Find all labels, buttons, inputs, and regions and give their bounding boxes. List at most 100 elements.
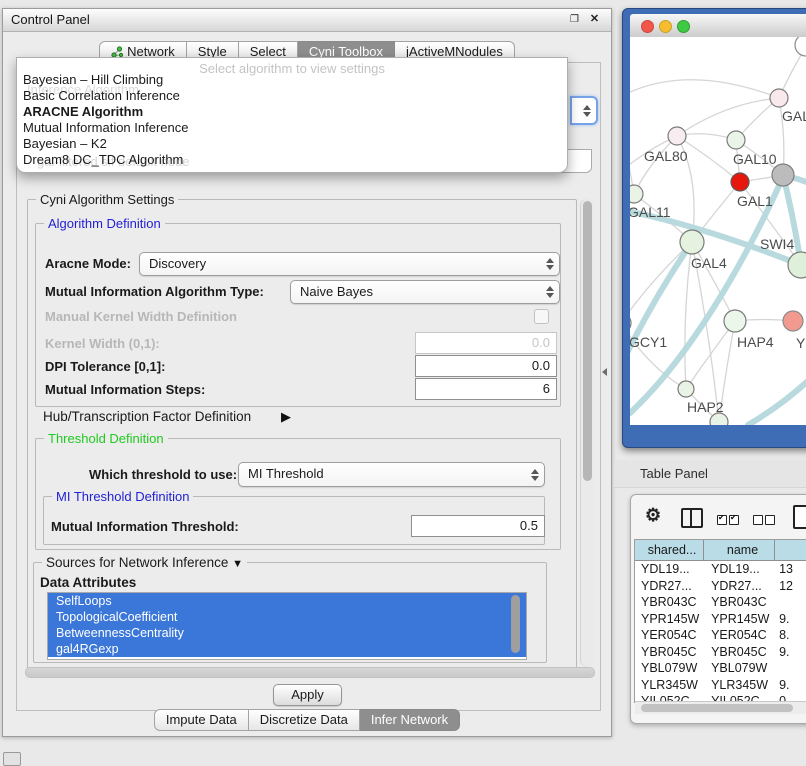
column-header-name[interactable]: name <box>704 540 775 560</box>
node-y[interactable] <box>783 311 803 331</box>
settings-scrollbar-thumb[interactable] <box>583 201 592 481</box>
tab-impute-data[interactable]: Impute Data <box>154 709 249 731</box>
node-hap4[interactable] <box>724 310 746 332</box>
manual-kernel-width-checkbox[interactable] <box>534 309 549 324</box>
table-row[interactable]: YBL079WYBL079W <box>635 660 806 677</box>
algorithm-dropdown-popup: Inference Algorithm gal-filtered sif def… <box>16 57 568 173</box>
cell-name: YER054C <box>704 627 775 644</box>
mi-threshold-field[interactable]: 0.5 <box>411 515 545 537</box>
attribute-item-selfloops[interactable]: SelfLoops <box>48 593 526 609</box>
settings-horizontal-scrollbar[interactable] <box>25 667 595 678</box>
cyni-bottom-tabbar: Impute DataDiscretize DataInfer Network <box>3 708 611 732</box>
node-gal[interactable] <box>770 89 788 107</box>
algorithm-option-mutual-information-inference[interactable]: Mutual Information Inference <box>17 120 567 136</box>
node-hap2[interactable] <box>678 381 694 397</box>
column-layout-icon[interactable] <box>681 508 703 528</box>
expand-right-icon[interactable]: ▶ <box>281 409 291 425</box>
mi-algorithm-type-select[interactable]: Naive Bayes <box>290 280 560 304</box>
column-header-shared[interactable]: shared... <box>635 540 704 560</box>
dpi-tolerance-field[interactable]: 0.0 <box>415 355 557 377</box>
algorithm-option-basic-correlation-inference[interactable]: Basic Correlation Inference <box>17 88 567 104</box>
network-canvas[interactable]: GALGAL80GAL10GAL1GAL11SWI4GAL4GCY1HAP4YH… <box>630 37 806 425</box>
cell-shared-name: YBR045C <box>635 644 704 661</box>
document-icon[interactable] <box>793 505 806 529</box>
table-row[interactable]: YDL19...YDL19...13 <box>635 561 806 578</box>
node-gal10[interactable] <box>727 131 745 149</box>
table-horizontal-scrollbar[interactable] <box>635 701 806 714</box>
algorithm-option-bayesian-hill-climbing[interactable]: Bayesian – Hill Climbing <box>17 72 567 88</box>
cell-value: 12 <box>775 578 806 595</box>
node-swi4[interactable] <box>788 252 806 278</box>
aracne-mode-select[interactable]: Discovery <box>139 252 560 276</box>
table-scrollbar-thumb[interactable] <box>641 704 793 712</box>
cell-shared-name: YBR043C <box>635 594 704 611</box>
network-window-titlebar <box>630 14 806 38</box>
hub-factor-definition-label[interactable]: Hub/Transcription Factor Definition <box>43 409 251 424</box>
node-label-hap4: HAP4 <box>737 334 774 350</box>
mac-close-button[interactable] <box>641 20 654 33</box>
splitpane-collapse-icon[interactable] <box>602 368 607 376</box>
mi-algorithm-type-value: Naive Bayes <box>300 284 373 299</box>
focused-combo-stepper-fragment[interactable] <box>570 96 598 125</box>
cell-shared-name: YDR27... <box>635 578 704 595</box>
data-attributes-list[interactable]: SelfLoopsTopologicalCoefficientBetweenne… <box>47 592 527 660</box>
attr-list-scrollbar-thumb[interactable] <box>511 595 520 653</box>
cyni-algorithm-settings-title: Cyni Algorithm Settings <box>36 192 178 207</box>
table-row[interactable]: YBR045CYBR045C9. <box>635 644 806 661</box>
node[interactable] <box>795 37 806 56</box>
aracne-mode-label: Aracne Mode: <box>45 256 131 271</box>
table-row[interactable]: YER054CYER054C8. <box>635 627 806 644</box>
node-gal4[interactable] <box>680 230 704 254</box>
node-table: shared...name YDL19...YDL19...13YDR27...… <box>634 539 806 703</box>
select-all-icon[interactable] <box>717 512 741 530</box>
cell-shared-name: YDL19... <box>635 561 704 578</box>
tab-infer-network[interactable]: Infer Network <box>360 709 460 731</box>
stepper-arrows-icon <box>545 258 554 270</box>
node-gal80[interactable] <box>668 127 686 145</box>
table-row[interactable]: YLR345WYLR345W9. <box>635 677 806 694</box>
cell-name: YBL079W <box>704 660 775 677</box>
close-window-button[interactable]: ✕ <box>588 13 601 26</box>
gear-icon[interactable]: ⚙ <box>645 505 661 526</box>
algorithm-popup-list: Bayesian – Hill ClimbingBasic Correlatio… <box>17 72 567 168</box>
mac-zoom-button[interactable] <box>677 20 690 33</box>
minimized-panel-icon[interactable] <box>3 752 21 766</box>
float-window-button[interactable]: ❐ <box>568 13 581 26</box>
node-gal1[interactable] <box>731 173 749 191</box>
kernel-width-field[interactable]: 0.0 <box>415 332 557 354</box>
algorithm-option-bayesian-k2[interactable]: Bayesian – K2 <box>17 136 567 152</box>
attribute-item-gal4rgexp[interactable]: gal4RGexp <box>48 641 526 657</box>
apply-button[interactable]: Apply <box>273 684 342 706</box>
node-gcy1[interactable] <box>630 313 631 333</box>
table-row[interactable]: YPR145WYPR145W9. <box>635 611 806 628</box>
sources-title-text: Sources for Network Inference <box>46 555 228 570</box>
deselect-all-icon[interactable] <box>753 512 777 530</box>
stepper-arrows-icon <box>582 105 591 117</box>
algorithm-option-dream8-dc-tdc-algorithm[interactable]: Dream8 DC_TDC Algorithm <box>17 152 567 168</box>
stepper-arrows-icon <box>530 469 539 481</box>
table-body: YDL19...YDL19...13YDR27...YDR27...12YBR0… <box>635 561 806 703</box>
settings-scrollbar[interactable] <box>580 199 594 667</box>
node[interactable] <box>772 164 794 186</box>
table-row[interactable]: YBR043CYBR043C <box>635 594 806 611</box>
attribute-item-betweennesscentrality[interactable]: BetweennessCentrality <box>48 625 526 641</box>
column-header-2[interactable] <box>775 540 806 560</box>
collapse-down-icon[interactable]: ▼ <box>232 558 243 570</box>
attr-list-scrollbar[interactable] <box>509 594 521 656</box>
mac-minimize-button[interactable] <box>659 20 672 33</box>
node-label-gal80: GAL80 <box>644 148 688 164</box>
table-panel-bar: Table Panel <box>614 460 806 488</box>
algorithm-option-aracne-algorithm[interactable]: ARACNE Algorithm <box>17 104 567 120</box>
which-threshold-select[interactable]: MI Threshold <box>238 462 545 487</box>
mi-steps-field[interactable]: 6 <box>415 378 557 400</box>
node[interactable] <box>710 413 728 425</box>
control-panel-titlebar: Control Panel ❐ ✕ <box>3 9 611 32</box>
tab-discretize-data[interactable]: Discretize Data <box>249 709 360 731</box>
attribute-item-topologicalcoefficient[interactable]: TopologicalCoefficient <box>48 609 526 625</box>
node-label-gal1: GAL1 <box>737 193 773 209</box>
mi-threshold-label: Mutual Information Threshold: <box>51 519 239 534</box>
table-row[interactable]: YDR27...YDR27...12 <box>635 578 806 595</box>
node-gal11[interactable] <box>630 185 643 203</box>
node-label-swi4: SWI4 <box>760 236 794 252</box>
sources-group-title: Sources for Network Inference ▼ <box>42 555 247 570</box>
